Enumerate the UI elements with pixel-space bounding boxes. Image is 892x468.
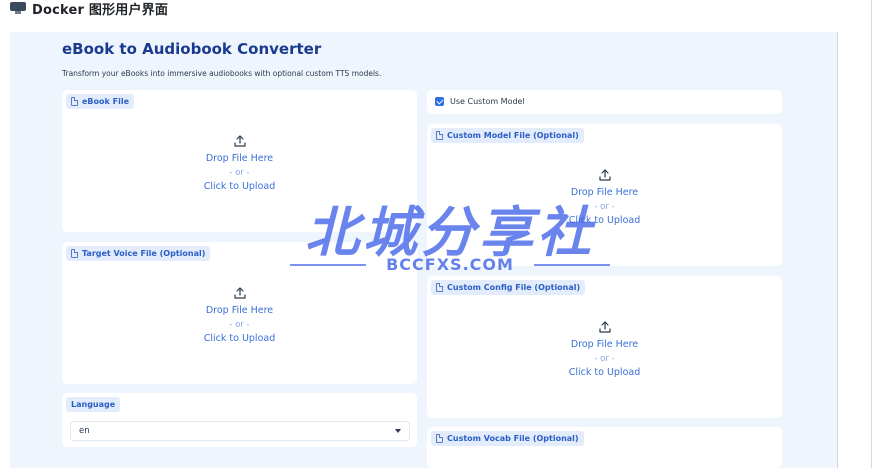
app-panel: eBook to Audiobook Converter Transform y… xyxy=(10,32,838,468)
config-file-label: Custom Config File (Optional) xyxy=(431,280,586,295)
language-selector: Language en xyxy=(62,393,417,447)
ebook-file-label: eBook File xyxy=(66,94,134,109)
drop-file-text: Drop File Here xyxy=(205,153,274,164)
click-to-upload-text: Click to Upload xyxy=(568,367,641,378)
custom-model-label: Use Custom Model xyxy=(450,97,525,106)
drop-file-text: Drop File Here xyxy=(570,187,639,198)
click-to-upload-text: Click to Upload xyxy=(203,333,276,344)
language-value: en xyxy=(79,426,90,436)
page-header: Docker 图形用户界面 xyxy=(10,0,169,18)
ebook-file-uploader[interactable]: eBook File Drop File Here - or - Click t… xyxy=(62,90,417,232)
or-text: - or - xyxy=(594,354,615,364)
voice-file-uploader[interactable]: Target Voice File (Optional) Drop File H… xyxy=(62,242,417,384)
custom-model-checkbox[interactable] xyxy=(435,97,444,106)
file-icon xyxy=(436,434,443,443)
or-text: - or - xyxy=(229,168,250,178)
app-description: Transform your eBooks into immersive aud… xyxy=(62,69,382,78)
upload-icon xyxy=(233,287,246,299)
file-icon xyxy=(71,249,78,258)
voice-dropzone[interactable]: Drop File Here - or - Click to Upload xyxy=(62,286,417,346)
vocab-file-uploader[interactable]: Custom Vocab File (Optional) xyxy=(427,427,782,468)
monitor-icon xyxy=(10,2,26,14)
upload-icon xyxy=(598,169,611,181)
upload-icon xyxy=(233,135,246,147)
app-title: eBook to Audiobook Converter xyxy=(62,40,322,58)
upload-icon xyxy=(598,321,611,333)
page-header-title: Docker 图形用户界面 xyxy=(32,2,169,18)
or-text: - or - xyxy=(594,202,615,212)
ebook-dropzone[interactable]: Drop File Here - or - Click to Upload xyxy=(62,134,417,194)
drop-file-text: Drop File Here xyxy=(205,305,274,316)
file-icon xyxy=(436,283,443,292)
vocab-file-label: Custom Vocab File (Optional) xyxy=(431,431,584,446)
file-icon xyxy=(436,131,443,140)
language-label: Language xyxy=(66,397,121,412)
click-to-upload-text: Click to Upload xyxy=(568,215,641,226)
language-dropdown[interactable]: en xyxy=(70,421,410,441)
chevron-down-icon xyxy=(395,429,401,433)
drop-file-text: Drop File Here xyxy=(570,339,639,350)
config-dropzone[interactable]: Drop File Here - or - Click to Upload xyxy=(427,320,782,380)
custom-model-toggle[interactable]: Use Custom Model xyxy=(427,90,782,114)
file-icon xyxy=(71,97,78,106)
config-file-uploader[interactable]: Custom Config File (Optional) Drop File … xyxy=(427,276,782,418)
model-file-label: Custom Model File (Optional) xyxy=(431,128,584,143)
or-text: - or - xyxy=(229,320,250,330)
voice-file-label: Target Voice File (Optional) xyxy=(66,246,211,261)
model-dropzone[interactable]: Drop File Here - or - Click to Upload xyxy=(427,168,782,228)
click-to-upload-text: Click to Upload xyxy=(203,181,276,192)
model-file-uploader[interactable]: Custom Model File (Optional) Drop File H… xyxy=(427,124,782,266)
right-divider xyxy=(871,0,872,468)
